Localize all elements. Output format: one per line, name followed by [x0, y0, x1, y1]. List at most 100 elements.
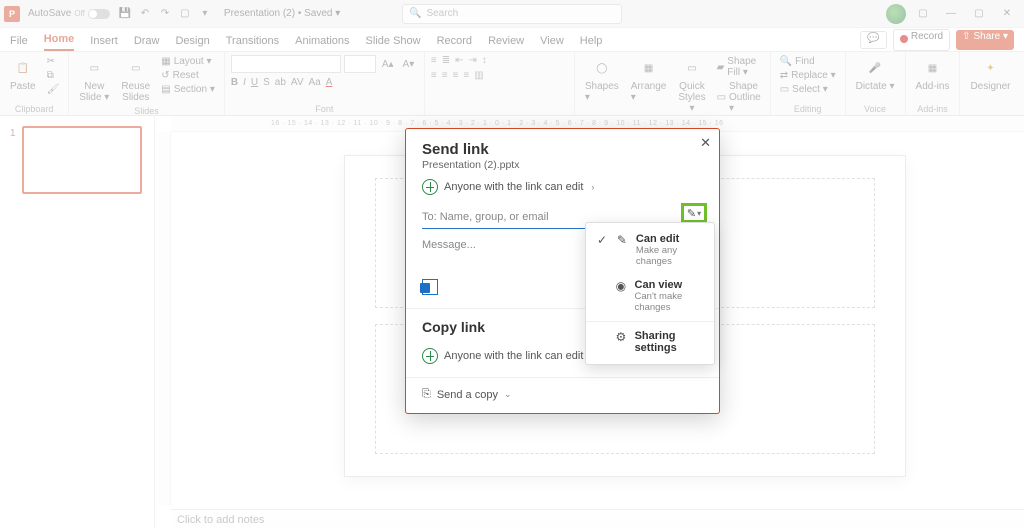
notes-placeholder: Click to add notes	[177, 514, 264, 526]
autosave-toggle[interactable]: AutoSave Off	[28, 8, 110, 19]
comments-button[interactable]: 💬	[860, 31, 886, 49]
notes-pane[interactable]: Click to add notes	[171, 509, 1024, 529]
toggle-icon[interactable]	[88, 9, 110, 19]
tab-record[interactable]: Record	[437, 35, 472, 51]
copy-button[interactable]: ⧉	[44, 69, 63, 82]
arrange-button[interactable]: ▦Arrange ▾	[627, 55, 671, 105]
tab-animations[interactable]: Animations	[295, 35, 349, 51]
outline-icon: ▭	[717, 92, 726, 103]
tab-transitions[interactable]: Transitions	[226, 35, 279, 51]
send-a-copy-row[interactable]: ⎘ Send a copy ⌄	[406, 378, 719, 413]
clipboard-icon: 📋	[12, 57, 34, 79]
redo-icon[interactable]: ↷	[158, 7, 172, 21]
find-button[interactable]: 🔍Find	[777, 55, 839, 68]
format-painter-button[interactable]: 🖌	[44, 83, 63, 96]
columns-button[interactable]: ▥	[474, 70, 483, 81]
tab-view[interactable]: View	[540, 35, 564, 51]
slide-thumbnail-1[interactable]: 1	[22, 126, 142, 194]
tab-slideshow[interactable]: Slide Show	[366, 35, 421, 51]
font-group-label: Font	[231, 103, 418, 114]
checkmark-icon: ✓	[596, 233, 608, 247]
sharing-settings-label: Sharing settings	[635, 330, 704, 354]
slideshow-start-icon[interactable]: ▢	[178, 7, 192, 21]
save-icon[interactable]: 💾	[118, 7, 132, 21]
strikethrough-button[interactable]: S	[263, 77, 270, 88]
gear-icon: ⚙	[615, 330, 626, 344]
shape-fill-button[interactable]: ▰Shape Fill ▾	[714, 55, 764, 79]
numbering-button[interactable]: ≣	[442, 55, 450, 66]
new-slide-button[interactable]: ▭ New Slide ▾	[75, 55, 113, 105]
cut-button[interactable]: ✂	[44, 55, 63, 68]
designer-button[interactable]: ✦ Designer	[966, 55, 1014, 94]
select-button[interactable]: ▭Select ▾	[777, 83, 839, 96]
increase-font-icon[interactable]: A▴	[379, 55, 397, 73]
minimize-icon[interactable]: —	[944, 7, 958, 21]
share-icon: ⇧	[962, 31, 970, 46]
copy-link-permission-row[interactable]: Anyone with the link can edit ›	[422, 348, 594, 364]
shadow-button[interactable]: ab	[275, 77, 286, 88]
paste-button[interactable]: 📋 Paste	[6, 55, 40, 94]
search-box[interactable]: 🔍 Search	[402, 4, 622, 24]
dictate-button[interactable]: 🎤 Dictate ▾	[852, 55, 899, 94]
bucket-icon: ▰	[717, 62, 725, 73]
close-icon[interactable]: ✕	[1000, 7, 1014, 21]
ribbon: 📋 Paste ✂ ⧉ 🖌 Clipboard ▭ New Slide ▾ ▭ …	[0, 52, 1024, 116]
copy-link-permission-text: Anyone with the link can edit	[444, 350, 583, 362]
shapes-icon: ◯	[591, 57, 613, 79]
record-button[interactable]: Record	[893, 29, 950, 51]
justify-button[interactable]: ≡	[463, 70, 469, 81]
slide-thumbnail-pane[interactable]: 1	[0, 116, 155, 529]
shape-outline-button[interactable]: ▭Shape Outline ▾	[714, 80, 764, 115]
indent-dec-button[interactable]: ⇤	[455, 55, 463, 66]
option-sharing-settings[interactable]: ⚙ Sharing settings	[586, 324, 714, 360]
section-button[interactable]: ▤Section ▾	[158, 83, 218, 96]
option-can-view[interactable]: ◉ Can view Can't make changes	[586, 273, 714, 319]
tab-home[interactable]: Home	[44, 33, 75, 51]
reset-icon: ↺	[161, 70, 169, 81]
tab-draw[interactable]: Draw	[134, 35, 160, 51]
replace-button[interactable]: ⇄Replace ▾	[777, 69, 839, 82]
quick-styles-button[interactable]: ▭Quick Styles ▾	[674, 55, 709, 116]
tab-design[interactable]: Design	[175, 35, 209, 51]
tab-help[interactable]: Help	[580, 35, 603, 51]
bullets-button[interactable]: ≡	[431, 55, 437, 66]
maximize-icon[interactable]: ▢	[972, 7, 986, 21]
user-avatar[interactable]	[886, 4, 906, 24]
title-bar: P AutoSave Off 💾 ↶ ↷ ▢ ▾ Presentation (2…	[0, 0, 1024, 28]
align-left-button[interactable]: ≡	[431, 70, 437, 81]
align-right-button[interactable]: ≡	[453, 70, 459, 81]
undo-icon[interactable]: ↶	[138, 7, 152, 21]
font-family-select[interactable]	[231, 55, 341, 73]
addins-button[interactable]: ▦ Add-ins	[912, 55, 954, 94]
slide-number: 1	[10, 128, 16, 139]
ribbon-group-paragraph: ≡ ≣ ⇤ ⇥ ↕ ≡ ≡ ≡ ≡ ▥	[425, 52, 575, 115]
share-button[interactable]: ⇧ Share ▾	[956, 30, 1014, 50]
tab-file[interactable]: File	[10, 35, 28, 51]
link-permission-row[interactable]: Anyone with the link can edit ›	[422, 179, 703, 195]
align-center-button[interactable]: ≡	[442, 70, 448, 81]
indent-inc-button[interactable]: ⇥	[468, 55, 476, 66]
italic-button[interactable]: I	[243, 77, 246, 88]
document-title[interactable]: Presentation (2) • Saved ▾	[224, 8, 340, 19]
qat-more-icon[interactable]: ▾	[198, 7, 212, 21]
dialog-close-button[interactable]: ✕	[700, 135, 711, 151]
tab-review[interactable]: Review	[488, 35, 524, 51]
layout-button[interactable]: ▦Layout ▾	[158, 55, 218, 68]
line-spacing-button[interactable]: ↕	[482, 55, 487, 66]
font-color-button[interactable]: A	[326, 77, 333, 88]
reuse-slides-button[interactable]: ▭ Reuse Slides	[117, 55, 154, 105]
char-spacing-button[interactable]: AV	[291, 77, 304, 88]
share-filename: Presentation (2).pptx	[422, 159, 703, 171]
underline-button[interactable]: U	[251, 77, 258, 88]
option-can-edit[interactable]: ✓ ✎ Can edit Make any changes	[586, 227, 714, 273]
reset-button[interactable]: ↺Reset	[158, 69, 218, 82]
permission-dropdown-button[interactable]: ✎ ▾	[681, 203, 707, 223]
outlook-icon[interactable]	[422, 279, 438, 295]
shapes-button[interactable]: ◯Shapes ▾	[581, 55, 623, 105]
change-case-button[interactable]: Aa	[309, 77, 321, 88]
ribbon-options-icon[interactable]: ▢	[916, 7, 930, 21]
decrease-font-icon[interactable]: A▾	[400, 55, 418, 73]
font-size-select[interactable]	[344, 55, 376, 73]
bold-button[interactable]: B	[231, 77, 238, 88]
tab-insert[interactable]: Insert	[90, 35, 118, 51]
